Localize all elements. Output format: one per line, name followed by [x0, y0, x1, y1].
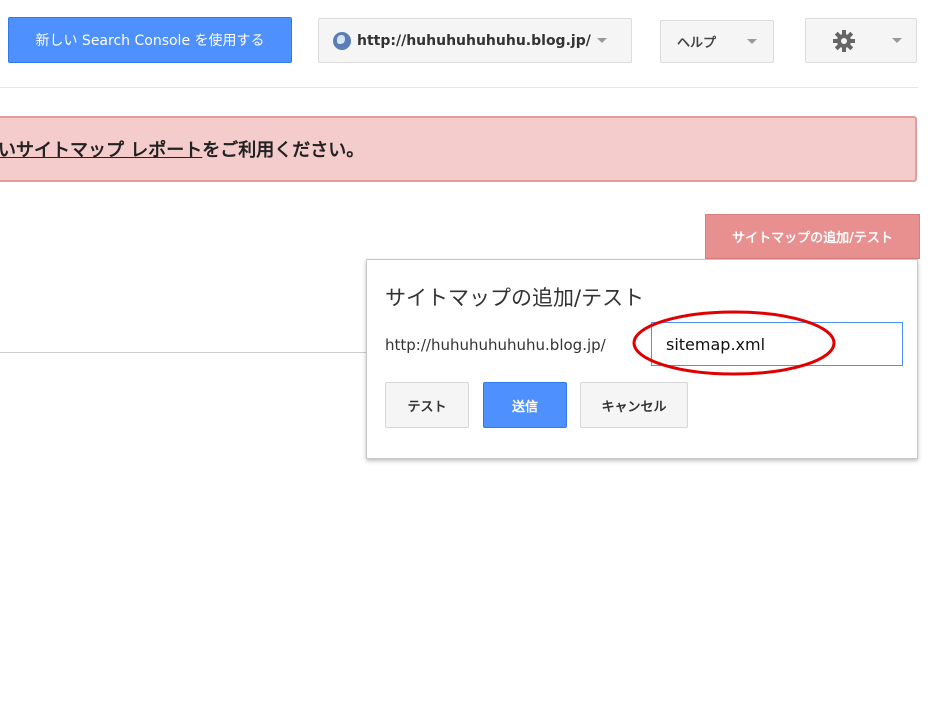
- highlight-annotation: [632, 310, 836, 376]
- add-test-sitemap-button[interactable]: サイトマップの追加/テスト: [705, 214, 920, 259]
- test-button[interactable]: テスト: [385, 382, 469, 428]
- header-divider: [0, 87, 918, 88]
- site-url-prefix: http://huhuhuhuhuhu.blog.jp/: [385, 336, 606, 354]
- site-url-label: http://huhuhuhuhuhu.blog.jp/: [357, 32, 591, 49]
- new-search-console-button[interactable]: 新しい Search Console を使用する: [8, 17, 292, 63]
- chevron-down-icon: [747, 39, 757, 44]
- banner-text: をご利用ください。: [202, 140, 365, 161]
- help-menu-button[interactable]: ヘルプ: [660, 20, 774, 63]
- chevron-down-icon: [596, 38, 607, 43]
- globe-icon: [333, 31, 351, 50]
- chevron-down-icon: [892, 38, 902, 43]
- help-label: ヘルプ: [677, 36, 717, 51]
- submit-button[interactable]: 送信: [483, 382, 567, 428]
- settings-menu-button[interactable]: [805, 18, 917, 63]
- gear-icon: [833, 29, 855, 52]
- site-selector[interactable]: http://huhuhuhuhuhu.blog.jp/: [318, 18, 632, 63]
- popup-title: サイトマップの追加/テスト: [385, 286, 645, 310]
- sitemap-report-link[interactable]: いサイトマップ レポート: [0, 136, 202, 162]
- content-divider: [0, 352, 368, 353]
- cancel-button[interactable]: キャンセル: [580, 382, 688, 428]
- notice-banner: いサイトマップ レポート をご利用ください。: [0, 116, 917, 182]
